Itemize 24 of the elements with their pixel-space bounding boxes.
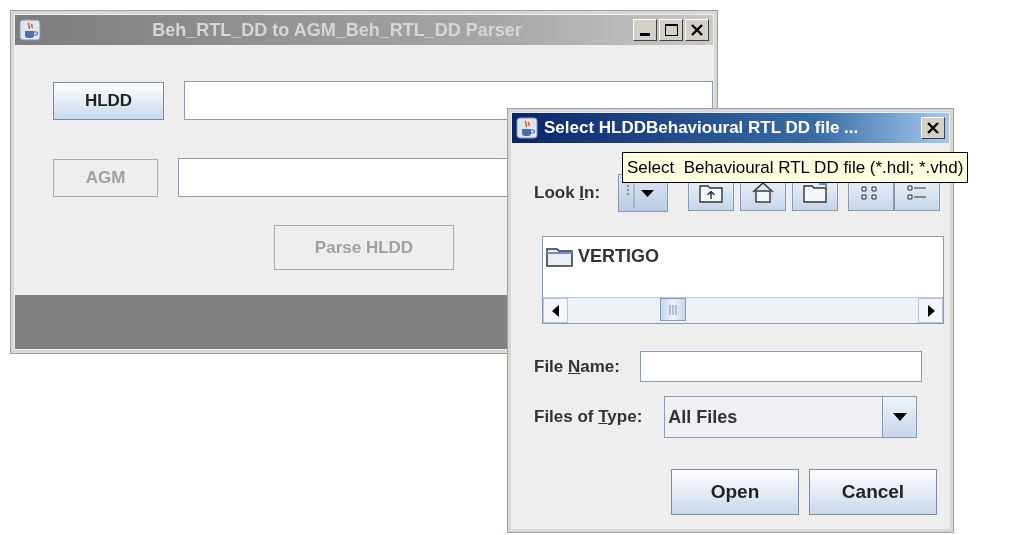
maximize-button[interactable] (659, 19, 683, 41)
right-arrow-icon[interactable] (925, 304, 936, 317)
open-button[interactable]: Open (671, 469, 799, 515)
file-type-dropdown[interactable]: All Files (664, 396, 918, 438)
left-arrow-icon[interactable] (550, 304, 561, 317)
tooltip: Select Behavioural RTL DD file (*.hdl; *.vhd) (622, 152, 969, 183)
file-name[interactable]: VERTIGO (578, 245, 659, 267)
file-name-label: File Name: (534, 356, 620, 377)
app-icon (516, 117, 538, 139)
scroll-thumb[interactable] (660, 298, 686, 321)
caret-icon (892, 413, 907, 421)
horizontal-scrollbar[interactable] (543, 297, 943, 323)
app-icon (19, 19, 41, 41)
file-name-field[interactable] (640, 351, 922, 382)
cancel-button[interactable]: Cancel (809, 469, 937, 515)
window-title: Select HLDDBehavioural RTL DD file ... (544, 118, 860, 138)
minimize-button[interactable] (633, 19, 657, 41)
file-button[interactable]: HLDD (53, 81, 164, 120)
look-in-label: Look In: (534, 183, 601, 203)
folder-icon (546, 245, 574, 267)
close-button[interactable] (685, 19, 709, 41)
minimize-icon (640, 33, 650, 36)
close-button[interactable] (921, 117, 945, 139)
file-type-label: Files of Type: (534, 407, 643, 427)
